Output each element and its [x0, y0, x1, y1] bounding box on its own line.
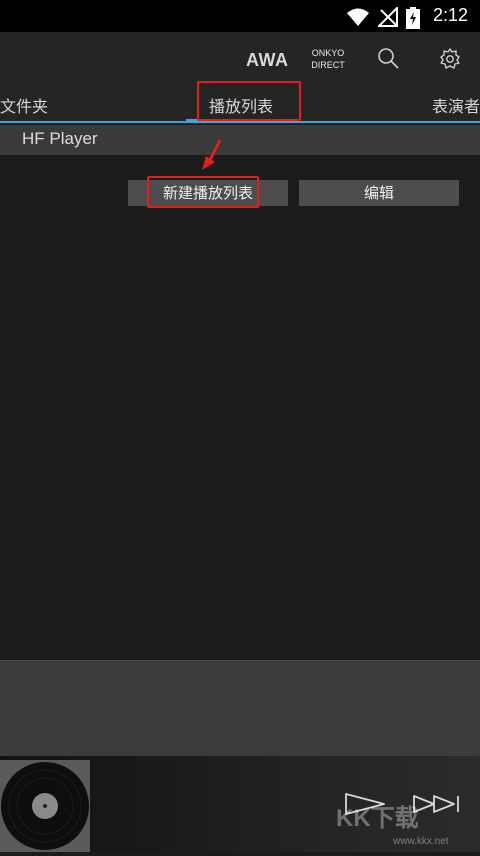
annotation-arrow	[202, 139, 222, 170]
app-header: AWA ONKYO DIRECT	[0, 32, 480, 88]
watermark-logo: KK下载	[336, 805, 419, 832]
album-art[interactable]	[0, 760, 90, 852]
tab-indicator	[0, 119, 480, 123]
onkyo-line2: DIRECT	[311, 60, 345, 70]
edit-button[interactable]: 编辑	[299, 180, 459, 206]
status-bar: 2:12	[0, 0, 480, 32]
highlight-box-button	[147, 176, 259, 208]
now-playing-info	[0, 660, 480, 757]
search-icon[interactable]	[377, 47, 399, 69]
signal-icon	[378, 7, 398, 27]
battery-icon	[406, 7, 420, 29]
onkyo-direct-link[interactable]: ONKYO DIRECT	[306, 47, 350, 71]
next-track-icon[interactable]	[412, 790, 462, 818]
wifi-icon	[347, 8, 369, 26]
section-title: HF Player	[22, 129, 98, 148]
highlight-box-tab	[197, 81, 301, 121]
gear-icon[interactable]	[438, 47, 462, 71]
tab-artists[interactable]: 表演者	[432, 93, 480, 117]
awa-link[interactable]: AWA	[246, 50, 289, 71]
watermark-url: www.kkx.net	[393, 836, 449, 847]
clock: 2:12	[432, 5, 468, 25]
section-header: HF Player	[0, 125, 480, 155]
tab-folders[interactable]: 文件夹	[0, 93, 48, 117]
vinyl-record-icon	[1, 762, 89, 850]
onkyo-line1: ONKYO	[311, 48, 345, 58]
